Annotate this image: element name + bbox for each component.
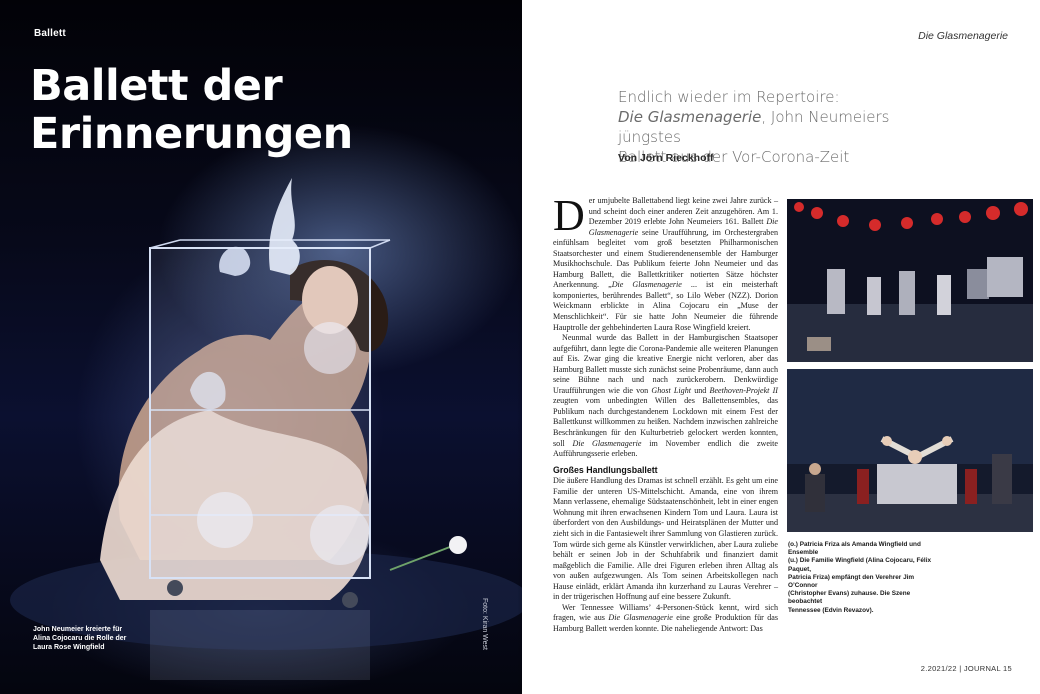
body-subhead: Großes Handlungsballett: [553, 464, 658, 475]
stage-photo-family: [787, 369, 1033, 532]
subtitle-line-1: Endlich wieder im Repertoire:: [618, 88, 840, 106]
caption-line: Tennessee (Edvin Revazov).: [788, 606, 874, 614]
body-text: er umjubelte Ballettabend liegt keine zw…: [588, 196, 778, 227]
caption-line: Laura Rose Wingfield: [33, 644, 105, 651]
body-paragraph-4: Wer Tennessee Williams’ 4-Personen-Stück…: [553, 603, 778, 635]
body-paragraph-3: Die äußere Handlung des Dramas ist schne…: [553, 476, 778, 602]
title-line-1: Ballett der: [30, 61, 283, 111]
caption-line: (o.) Patricia Friza als Amanda Wingfield…: [788, 541, 921, 557]
body-italic: Die Glasmenagerie: [611, 280, 682, 290]
body-italic: Die Glasmenagerie: [572, 438, 642, 448]
caption-line: Patricia Friza) empfängt den Verehrer Ji…: [788, 573, 915, 590]
cover-photo-caption: John Neumeier kreierte für Alina Cojocar…: [33, 625, 173, 652]
article-body: Der umjubelte Ballettabend liegt keine z…: [553, 191, 778, 635]
section-label: Ballett: [34, 28, 66, 39]
left-page-photo-spread: Ballett Ballett der Erinnerungen Foto: K…: [0, 0, 522, 694]
photo-credit: Foto: Kiran West: [481, 598, 488, 651]
subtitle-italic-work-title: Die Glasmenagerie: [618, 108, 762, 126]
body-paragraph-2: Neunmal wurde das Ballett in der Hamburg…: [553, 333, 778, 460]
body-text: und: [691, 385, 710, 395]
article-title: Ballett der Erinnerungen: [30, 62, 470, 158]
body-italic: Ghost Light: [651, 385, 692, 395]
page-folio: 2.2021/22 | JOURNAL 15: [920, 664, 1012, 673]
caption-line: Alina Cojocaru die Rolle der: [33, 635, 127, 642]
caption-line: (Christopher Evans) zuhause. Die Szene b…: [788, 590, 911, 606]
body-italic: Beethoven-Projekt II: [709, 385, 778, 395]
title-line-2: Erinnerungen: [30, 109, 353, 159]
body-italic: Die Glasmenagerie: [608, 613, 673, 623]
stage-photo-ensemble-image: [787, 199, 1033, 362]
stage-photo-family-image: [787, 369, 1033, 532]
photo-caption: (o.) Patricia Friza als Amanda Wingfield…: [788, 541, 938, 615]
caption-line: (u.) Die Familie Wingfield (Alina Cojoca…: [788, 557, 932, 573]
running-head: Die Glasmenagerie: [918, 30, 1008, 42]
author-byline: Von Jörn Rieckhoff: [618, 152, 714, 164]
caption-line: John Neumeier kreierte für: [33, 626, 123, 633]
drop-cap: D: [553, 191, 585, 240]
body-paragraph-1: Der umjubelte Ballettabend liegt keine z…: [553, 191, 778, 333]
stage-photo-ensemble: [787, 199, 1033, 362]
right-page-article: Die Glasmenagerie Endlich wieder im Repe…: [522, 0, 1040, 694]
